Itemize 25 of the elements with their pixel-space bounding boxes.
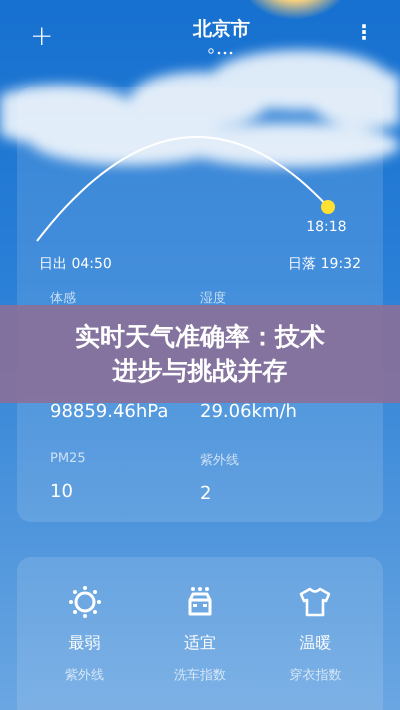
shirt-icon xyxy=(298,585,332,619)
detail-value: 2 xyxy=(200,483,212,505)
headline-title: 进步与挑战并存 xyxy=(112,355,288,387)
detail-label: 紫外线 xyxy=(200,452,240,469)
detail-value: 29.06km/h xyxy=(200,401,298,423)
more-menu-button[interactable]: ⋮ xyxy=(348,18,380,46)
current-time: 18:18 xyxy=(306,218,347,235)
detail-label: 湿度 xyxy=(200,290,227,307)
index-name: 紫外线 xyxy=(65,667,104,684)
index-value: 适宜 xyxy=(184,633,216,654)
sunrise-time: 日出 04:50 xyxy=(39,255,112,273)
sunset-time: 日落 19:32 xyxy=(288,255,361,273)
detail-value: 98859.46hPa xyxy=(50,401,170,423)
index-name: 洗车指数 xyxy=(174,667,226,684)
headline-title: 实时天气准确率：技术 xyxy=(75,321,325,354)
detail-label: PM25 xyxy=(50,451,87,467)
index-value: 最弱 xyxy=(68,633,101,654)
city-title: 北京市 xyxy=(193,17,250,42)
detail-label: 体感 xyxy=(50,290,77,307)
index-name: 穿衣指数 xyxy=(289,667,342,684)
sun-icon xyxy=(68,585,102,619)
sun-icon xyxy=(320,198,336,215)
detail-value: 10 xyxy=(50,481,74,503)
add-button[interactable]: + xyxy=(24,18,60,54)
index-value: 温暖 xyxy=(299,633,332,654)
